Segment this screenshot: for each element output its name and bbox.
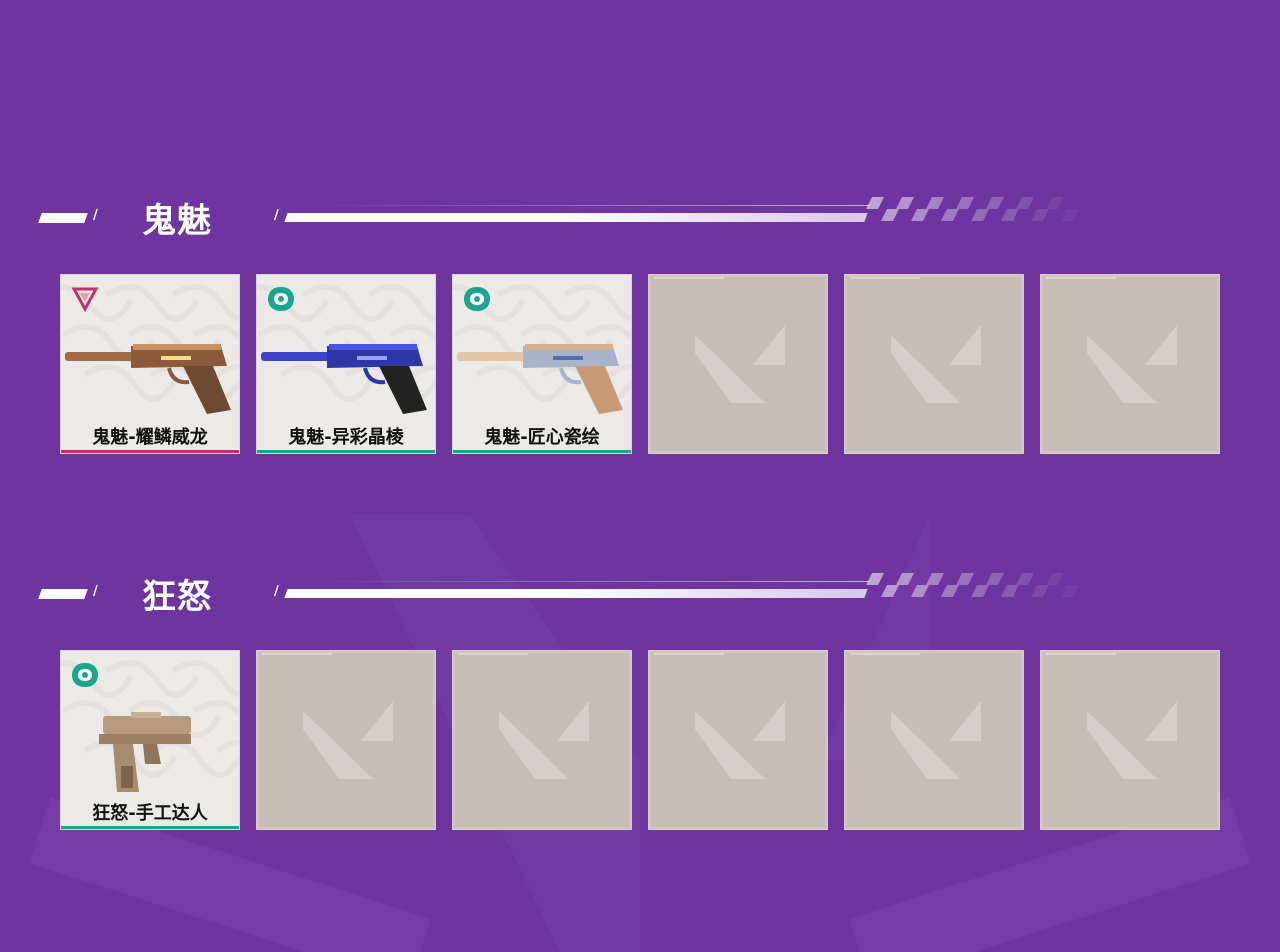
header-thin-line: [310, 205, 870, 206]
valorant-logo-icon: [499, 701, 589, 779]
deluxe-tier-icon: [464, 287, 490, 311]
header-checker-decoration: [866, 197, 1079, 221]
skin-name: 鬼魅-匠心瓷绘: [484, 427, 600, 448]
header-dash-decoration: [38, 213, 88, 223]
empty-skin-slot[interactable]: [1040, 650, 1220, 830]
slot-top-line: [458, 653, 528, 655]
header-slash-decoration: /: [274, 584, 279, 599]
skin-card[interactable]: 鬼魅-异彩晶棱: [256, 274, 436, 454]
ghost-pistol-icon: [261, 344, 427, 414]
slot-top-line: [850, 653, 920, 655]
tier-accent-bar: [61, 450, 239, 453]
slot-top-line: [1046, 653, 1116, 655]
deluxe-tier-icon: [72, 663, 98, 687]
empty-skin-slot[interactable]: [256, 650, 436, 830]
header-slash-decoration: /: [274, 208, 279, 223]
empty-skin-slot[interactable]: [1040, 274, 1220, 454]
header-dash-decoration: [38, 589, 88, 599]
valorant-logo-icon: [1087, 325, 1177, 403]
ghost-pistol-icon: [65, 344, 231, 414]
empty-skin-slot[interactable]: [844, 274, 1024, 454]
skin-card[interactable]: 狂怒-手工达人: [60, 650, 240, 830]
frenzy-pistol-icon: [99, 712, 191, 792]
tier-accent-bar: [257, 450, 435, 453]
header-slash-decoration: /: [93, 584, 98, 599]
skin-card-row: 鬼魅-耀鳞威龙 鬼魅-异彩晶棱 鬼魅-匠心瓷绘: [60, 274, 1230, 456]
skin-card-row: 狂怒-手工达人: [60, 650, 1230, 832]
header-slash-decoration: /: [93, 208, 98, 223]
exclusive-tier-icon: [71, 287, 99, 313]
deluxe-tier-icon: [268, 287, 294, 311]
slot-top-line: [1046, 277, 1116, 279]
empty-skin-slot[interactable]: [844, 650, 1024, 830]
slot-top-line: [850, 277, 920, 279]
slot-top-line: [262, 653, 332, 655]
skin-name: 狂怒-手工达人: [92, 803, 208, 824]
header-bar-decoration: [284, 589, 868, 598]
skin-name: 鬼魅-异彩晶棱: [288, 427, 404, 448]
slot-top-line: [654, 277, 724, 279]
section-header: / 狂怒 /: [0, 573, 1280, 621]
header-bar-decoration: [284, 213, 868, 222]
valorant-logo-icon: [891, 701, 981, 779]
empty-skin-slot[interactable]: [648, 274, 828, 454]
section-title: 狂怒: [142, 577, 212, 617]
slot-top-line: [654, 653, 724, 655]
skin-card[interactable]: 鬼魅-匠心瓷绘: [452, 274, 632, 454]
header-thin-line: [310, 581, 870, 582]
empty-skin-slot[interactable]: [452, 650, 632, 830]
section-title: 鬼魅: [142, 201, 212, 241]
tier-accent-bar: [61, 826, 239, 829]
tier-accent-bar: [453, 450, 631, 453]
section-header: / 鬼魅 /: [0, 197, 1280, 245]
empty-skin-slot[interactable]: [648, 650, 828, 830]
valorant-logo-icon: [695, 701, 785, 779]
skin-name: 鬼魅-耀鳞威龙: [92, 427, 208, 448]
ghost-pistol-icon: [457, 344, 623, 414]
valorant-logo-icon: [695, 325, 785, 403]
valorant-logo-icon: [1087, 701, 1177, 779]
valorant-logo-icon: [303, 701, 393, 779]
header-checker-decoration: [866, 573, 1079, 597]
skin-card[interactable]: 鬼魅-耀鳞威龙: [60, 274, 240, 454]
valorant-logo-icon: [891, 325, 981, 403]
